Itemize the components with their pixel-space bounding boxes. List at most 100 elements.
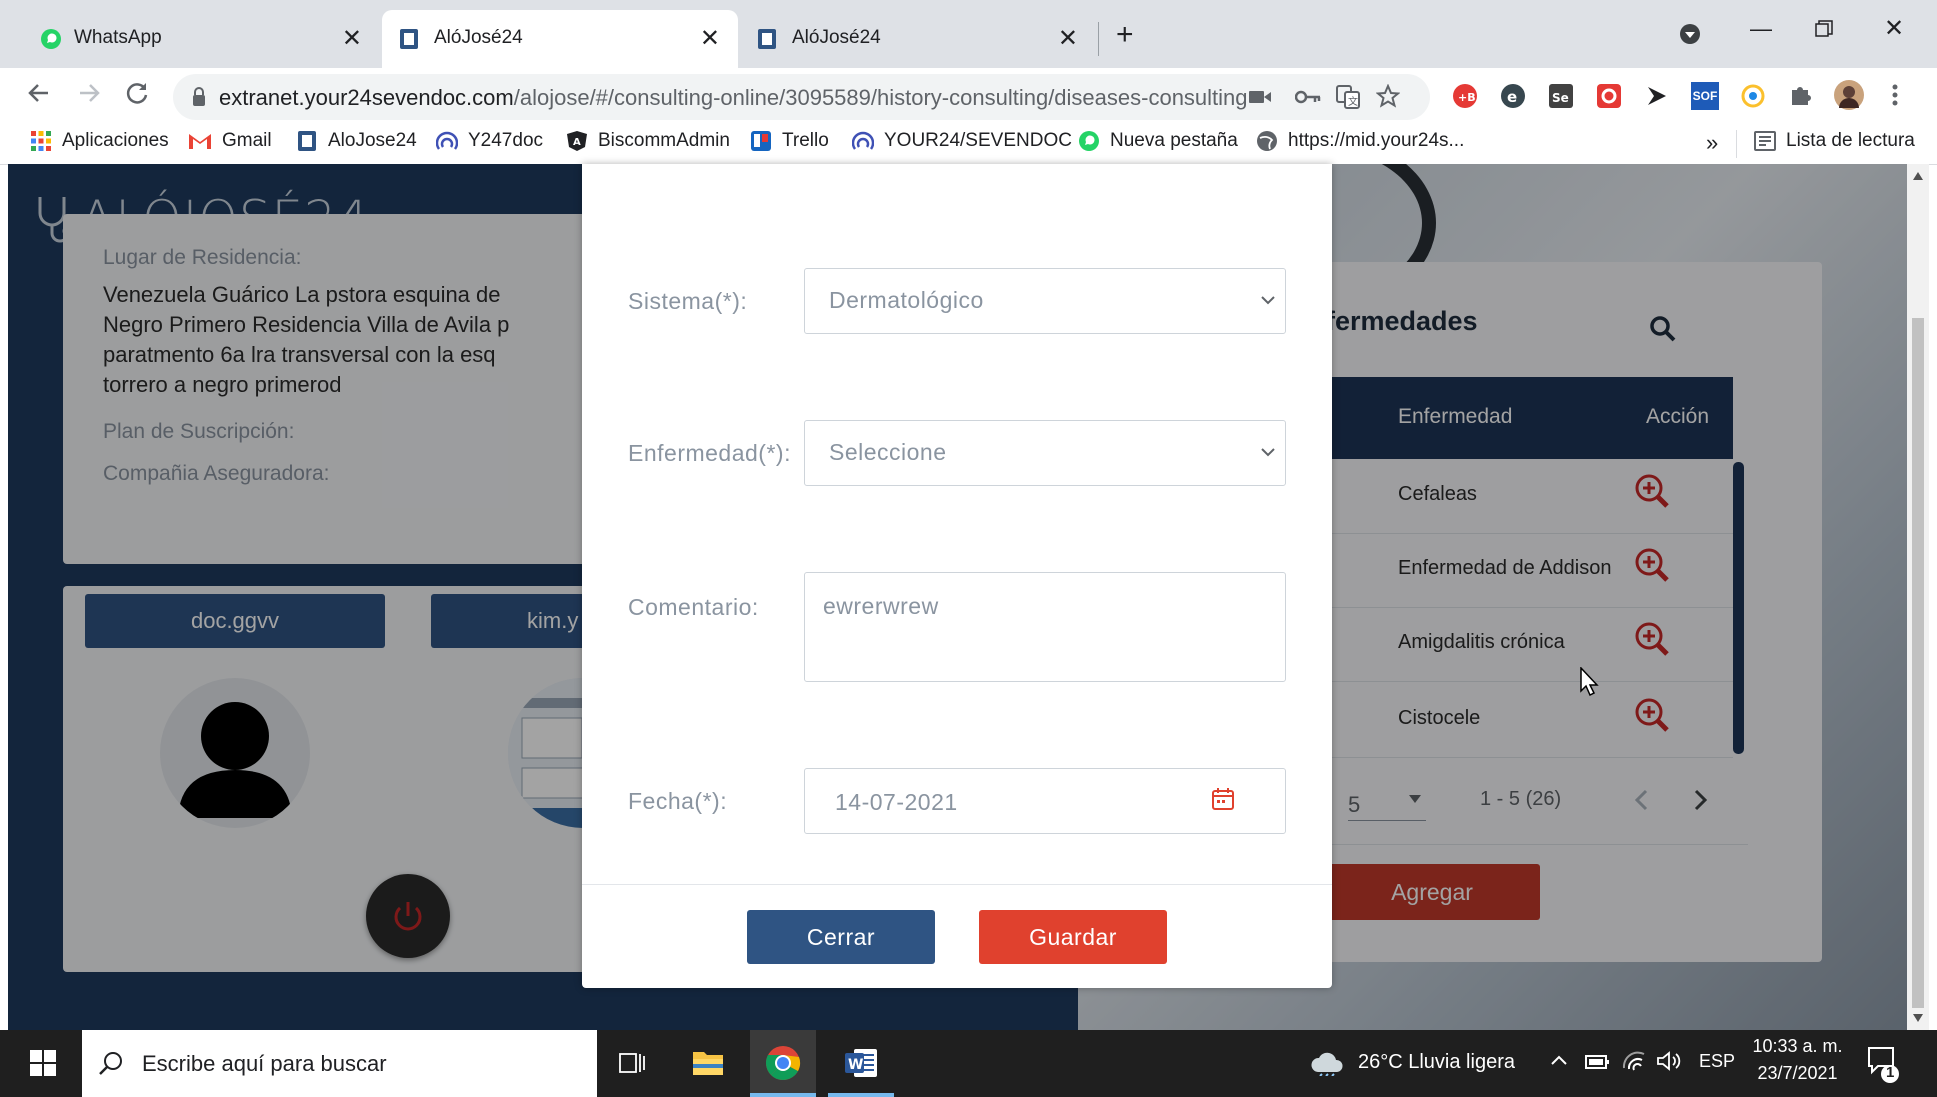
bookmark-your24sevendoc[interactable]: YOUR24/SEVENDOC (852, 130, 1072, 152)
svg-text:文: 文 (1348, 95, 1358, 108)
browser-tab-strip: WhatsApp ✕ AlóJosé24 ✕ AlóJosé24 ✕ + — ✕ (0, 0, 1937, 68)
lock-icon[interactable] (191, 87, 207, 107)
bookmark-apps[interactable]: Aplicaciones (30, 130, 169, 152)
bookmark-label: Trello (782, 130, 829, 151)
windows-start-icon[interactable] (30, 1050, 56, 1076)
bookmark-gmail[interactable]: Gmail (188, 130, 272, 152)
add-disease-modal: Sistema(*): Dermatológico Enfermedad(*):… (582, 164, 1332, 988)
browser-tab-whatsapp[interactable]: WhatsApp ✕ (10, 10, 380, 68)
back-icon[interactable] (26, 80, 52, 106)
close-tab-icon[interactable]: ✕ (1058, 24, 1078, 53)
gmail-icon (188, 132, 212, 150)
enfermedad-select[interactable]: Seleccione (804, 420, 1286, 486)
language-indicator[interactable]: ESP (1699, 1051, 1735, 1072)
browser-tab-alojose[interactable]: AlóJosé24 ✕ (740, 10, 1096, 68)
extension-sof-label: SOF (1692, 89, 1718, 103)
battery-icon[interactable] (1584, 1052, 1610, 1072)
reading-list-label: Lista de lectura (1786, 130, 1915, 151)
action-center-icon[interactable]: 1 (1866, 1044, 1900, 1084)
close-button[interactable]: Cerrar (747, 910, 935, 964)
forward-icon[interactable] (76, 80, 102, 106)
extension-e-icon[interactable]: e (1500, 83, 1526, 109)
star-bookmark-icon[interactable] (1376, 84, 1400, 108)
chevron-down-icon (1261, 296, 1275, 305)
extension-se-icon[interactable]: Se (1548, 83, 1574, 109)
camera-icon[interactable] (1248, 88, 1272, 106)
svg-text:A: A (573, 137, 581, 148)
profile-avatar[interactable] (1834, 80, 1864, 110)
bookmark-mid-your24s[interactable]: https://mid.your24s... (1256, 130, 1464, 152)
weather-cloud-icon[interactable] (1310, 1050, 1344, 1076)
tray-overflow-chevron-icon[interactable] (1550, 1054, 1568, 1066)
extension-red-icon[interactable]: +B (1452, 83, 1478, 109)
wifi-icon[interactable] (1622, 1050, 1646, 1072)
clock[interactable]: 10:33 a. m. 23/7/2021 (1750, 1036, 1845, 1084)
url-path: /alojose/#/consulting-online/3095589/his… (513, 85, 1248, 110)
scroll-up-icon[interactable] (1913, 172, 1923, 180)
enfermedad-value: Seleccione (829, 439, 947, 465)
globe-icon (1256, 130, 1278, 152)
close-window-icon[interactable]: ✕ (1884, 14, 1904, 43)
extension-q-icon[interactable] (1596, 83, 1622, 109)
extensions-puzzle-icon[interactable] (1788, 83, 1812, 107)
bookmark-label: Aplicaciones (62, 130, 169, 151)
bookmarks-overflow-label: » (1706, 130, 1719, 155)
search-icon (99, 1052, 122, 1075)
windows-taskbar: Escribe aquí para buscar W 26°C Lluvia l… (0, 1030, 1937, 1097)
extension-sof-icon[interactable]: SOF (1691, 82, 1719, 110)
reading-list-icon (1754, 131, 1776, 151)
alojose-favicon-icon (756, 28, 778, 50)
chrome-menu-icon[interactable] (1892, 84, 1898, 106)
scrollbar-thumb[interactable] (1912, 318, 1924, 1008)
close-tab-icon[interactable]: ✕ (700, 24, 720, 53)
comentario-textarea[interactable]: ewrerwrew (804, 572, 1286, 682)
bookmark-alojose24[interactable]: AloJose24 (296, 130, 417, 152)
key-icon[interactable] (1295, 89, 1321, 105)
svg-text:W: W (848, 1057, 863, 1073)
extension-arrow-icon[interactable] (1644, 83, 1670, 109)
minimize-icon[interactable]: — (1750, 16, 1772, 42)
comentario-value: ewrerwrew (823, 593, 939, 619)
save-button[interactable]: Guardar (979, 910, 1167, 964)
page-scrollbar[interactable] (1907, 164, 1929, 1030)
extension-globe-icon[interactable] (1740, 83, 1766, 109)
bookmark-nueva-pestana[interactable]: Nueva pestaña (1078, 130, 1238, 152)
bookmarks-bar: Aplicaciones Gmail AloJose24 Y247doc A B… (0, 126, 1937, 165)
bookmarks-overflow-icon[interactable]: » (1706, 130, 1718, 156)
bookmark-trello[interactable]: Trello (750, 130, 829, 152)
reading-list-button[interactable]: Lista de lectura (1754, 130, 1915, 152)
chrome-taskbar-button[interactable] (750, 1030, 816, 1097)
weather-text[interactable]: 26°C Lluvia ligera (1358, 1051, 1515, 1074)
file-explorer-icon[interactable] (692, 1048, 724, 1076)
volume-icon[interactable] (1656, 1050, 1682, 1072)
taskbar-search-box[interactable]: Escribe aquí para buscar (82, 1030, 597, 1097)
bookmark-biscommadmin[interactable]: A BiscommAdmin (566, 130, 730, 152)
calendar-icon[interactable] (1211, 787, 1235, 811)
bookmark-label: Nueva pestaña (1110, 130, 1238, 151)
task-view-icon[interactable] (618, 1050, 646, 1076)
whatsapp-icon (40, 28, 62, 50)
clock-date: 23/7/2021 (1757, 1063, 1838, 1083)
svg-text:Se: Se (1552, 91, 1569, 105)
sistema-select[interactable]: Dermatológico (804, 268, 1286, 334)
trello-icon (750, 130, 772, 152)
bookmark-y247doc[interactable]: Y247doc (436, 130, 543, 152)
translate-icon[interactable]: 文 (1336, 85, 1360, 109)
tab-search-icon[interactable] (1680, 24, 1700, 44)
browser-toolbar: extranet.your24sevendoc.com/alojose/#/co… (0, 68, 1937, 126)
fecha-input[interactable]: 14-07-2021 (804, 768, 1286, 834)
word-icon: W (845, 1049, 877, 1077)
address-bar[interactable]: extranet.your24sevendoc.com/alojose/#/co… (173, 74, 1430, 120)
bookmark-label: Gmail (222, 130, 272, 151)
reload-icon[interactable] (124, 80, 150, 106)
word-taskbar-button[interactable]: W (828, 1030, 894, 1097)
browser-tab-alojose-active[interactable]: AlóJosé24 ✕ (382, 10, 738, 68)
new-tab-icon[interactable]: + (1116, 18, 1134, 52)
comentario-label: Comentario: (628, 594, 759, 620)
sistema-value: Dermatológico (829, 287, 984, 313)
url-text[interactable]: extranet.your24sevendoc.com/alojose/#/co… (219, 85, 1248, 111)
restore-icon[interactable] (1815, 20, 1833, 38)
close-tab-icon[interactable]: ✕ (342, 24, 362, 53)
alojose-favicon-icon (398, 28, 420, 50)
scroll-down-icon[interactable] (1913, 1014, 1923, 1022)
